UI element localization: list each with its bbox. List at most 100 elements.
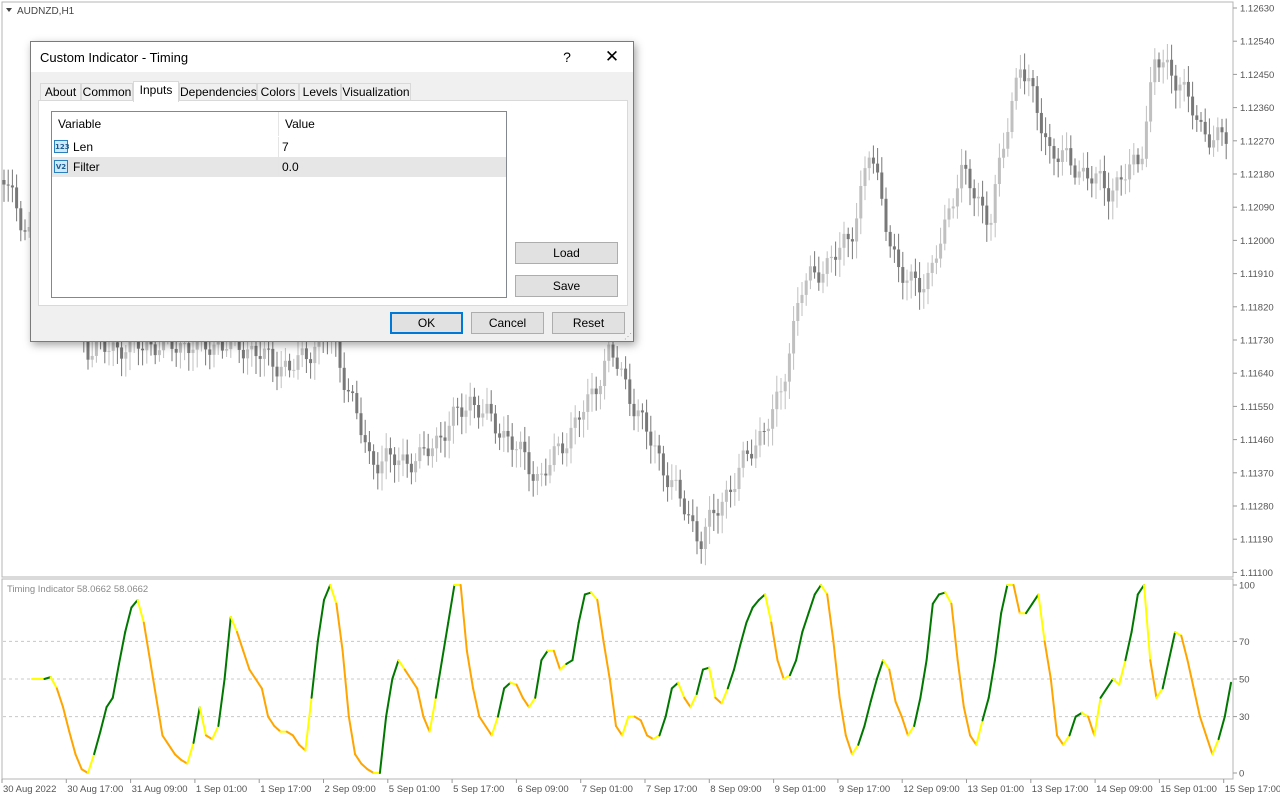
candle-body xyxy=(926,272,930,290)
indicator-segment xyxy=(515,683,524,699)
candle-body xyxy=(615,357,619,369)
indicator-segment xyxy=(1012,584,1021,615)
indicator-segment xyxy=(55,687,65,709)
tab-dependencies[interactable]: Dependencies xyxy=(179,83,257,101)
candle-body xyxy=(817,272,821,283)
candle-body xyxy=(225,349,229,351)
candle-body xyxy=(279,366,283,377)
candle-body xyxy=(120,347,124,359)
indicator-segment xyxy=(291,734,301,746)
tab-about[interactable]: About xyxy=(40,83,81,101)
indicator-segment xyxy=(1217,715,1226,741)
price-tick-label: 1.11820 xyxy=(1240,302,1274,313)
candle-body xyxy=(178,343,182,353)
table-row[interactable]: 123 Len 7 xyxy=(52,137,506,157)
indicator-segment xyxy=(403,668,412,680)
candle-body xyxy=(15,187,19,209)
tab-colors[interactable]: Colors xyxy=(257,83,299,101)
time-tick-label: 8 Sep 09:00 xyxy=(710,784,761,795)
candle-body xyxy=(989,222,993,225)
tab-common[interactable]: Common xyxy=(81,83,133,101)
candle-body xyxy=(418,447,422,462)
candle-body xyxy=(1216,127,1220,141)
column-divider[interactable] xyxy=(278,112,279,136)
candle-body xyxy=(586,394,590,412)
tab-levels[interactable]: Levels xyxy=(299,83,341,101)
candle-body xyxy=(981,196,985,206)
candle-body xyxy=(657,445,661,454)
indicator-segment xyxy=(503,681,512,690)
indicator-segment xyxy=(260,687,270,718)
candle-body xyxy=(409,463,413,473)
symbol-header: AUDNZD,H1 xyxy=(6,6,75,17)
reset-button[interactable]: Reset xyxy=(552,312,625,334)
indicator-segment xyxy=(1000,584,1009,615)
indicator-segment xyxy=(894,700,903,718)
help-icon[interactable]: ? xyxy=(555,45,579,69)
candle-body xyxy=(275,366,279,377)
variable-value[interactable]: 7 xyxy=(282,137,289,157)
candle-body xyxy=(804,280,808,295)
indicator-label: Timing Indicator 58.0662 58.0662 xyxy=(7,584,148,595)
candle-body xyxy=(863,168,867,186)
candle-body xyxy=(779,391,783,393)
price-tick-label: 1.12090 xyxy=(1240,203,1274,214)
candle-body xyxy=(258,356,262,359)
indicator-segment xyxy=(360,762,369,771)
candle-body xyxy=(1035,86,1039,113)
price-tick-label: 1.11910 xyxy=(1240,269,1274,280)
resize-grip-icon[interactable]: ⋰ xyxy=(624,332,632,341)
candle-body xyxy=(703,526,707,549)
symbol-dropdown-icon[interactable] xyxy=(6,8,12,12)
candle-body xyxy=(829,256,833,259)
load-button[interactable]: Load xyxy=(515,242,618,264)
indicator-segment xyxy=(366,768,375,774)
indicator-segment xyxy=(745,606,754,624)
indicator-segment xyxy=(596,599,605,643)
save-button[interactable]: Save xyxy=(515,275,618,297)
candle-body xyxy=(792,320,796,354)
indicator-segment xyxy=(341,649,350,718)
indicator-segment xyxy=(757,593,767,602)
time-tick-label: 5 Sep 01:00 xyxy=(389,784,440,795)
candle-body xyxy=(1161,62,1165,68)
candle-body xyxy=(1107,188,1111,202)
column-header-value[interactable]: Value xyxy=(285,112,315,136)
candle-body xyxy=(510,436,514,450)
candle-body xyxy=(1191,96,1195,116)
indicator-segment xyxy=(484,725,493,737)
candle-body xyxy=(468,396,472,411)
indicator-segment xyxy=(347,715,357,756)
indicator-segment xyxy=(74,753,83,771)
indicator-segment xyxy=(1049,678,1059,737)
ok-button[interactable]: OK xyxy=(390,312,463,334)
candle-body xyxy=(1044,133,1048,138)
indicator-segment xyxy=(111,662,120,699)
candle-body xyxy=(1031,78,1035,87)
candle-body xyxy=(300,348,304,356)
indicator-segment xyxy=(416,687,425,718)
candle-body xyxy=(582,411,586,420)
candle-body xyxy=(766,428,770,432)
candle-body xyxy=(376,464,380,474)
dialog-title-bar[interactable]: Custom Indicator - Timing ? ✕ xyxy=(31,42,633,72)
candle-body xyxy=(834,256,838,260)
inputs-table[interactable]: Variable Value 123 Len 7 V2 Filter 0.0 xyxy=(51,111,507,298)
table-row[interactable]: V2 Filter 0.0 xyxy=(52,157,506,177)
tab-inputs[interactable]: Inputs xyxy=(133,81,179,102)
candle-body xyxy=(695,521,699,542)
candle-body xyxy=(451,406,455,426)
candle-body xyxy=(208,349,212,355)
indicator-segment xyxy=(478,715,487,727)
indicator-segment xyxy=(714,696,723,705)
column-header-variable[interactable]: Variable xyxy=(58,112,101,136)
candle-body xyxy=(724,489,728,502)
candle-body xyxy=(598,386,602,395)
indicator-segment xyxy=(180,758,189,765)
candle-body xyxy=(876,163,880,173)
candle-body xyxy=(1212,140,1216,148)
variable-value[interactable]: 0.0 xyxy=(282,157,299,177)
close-icon[interactable]: ✕ xyxy=(597,45,627,69)
cancel-button[interactable]: Cancel xyxy=(471,312,544,334)
tab-visualization[interactable]: Visualization xyxy=(341,83,411,101)
